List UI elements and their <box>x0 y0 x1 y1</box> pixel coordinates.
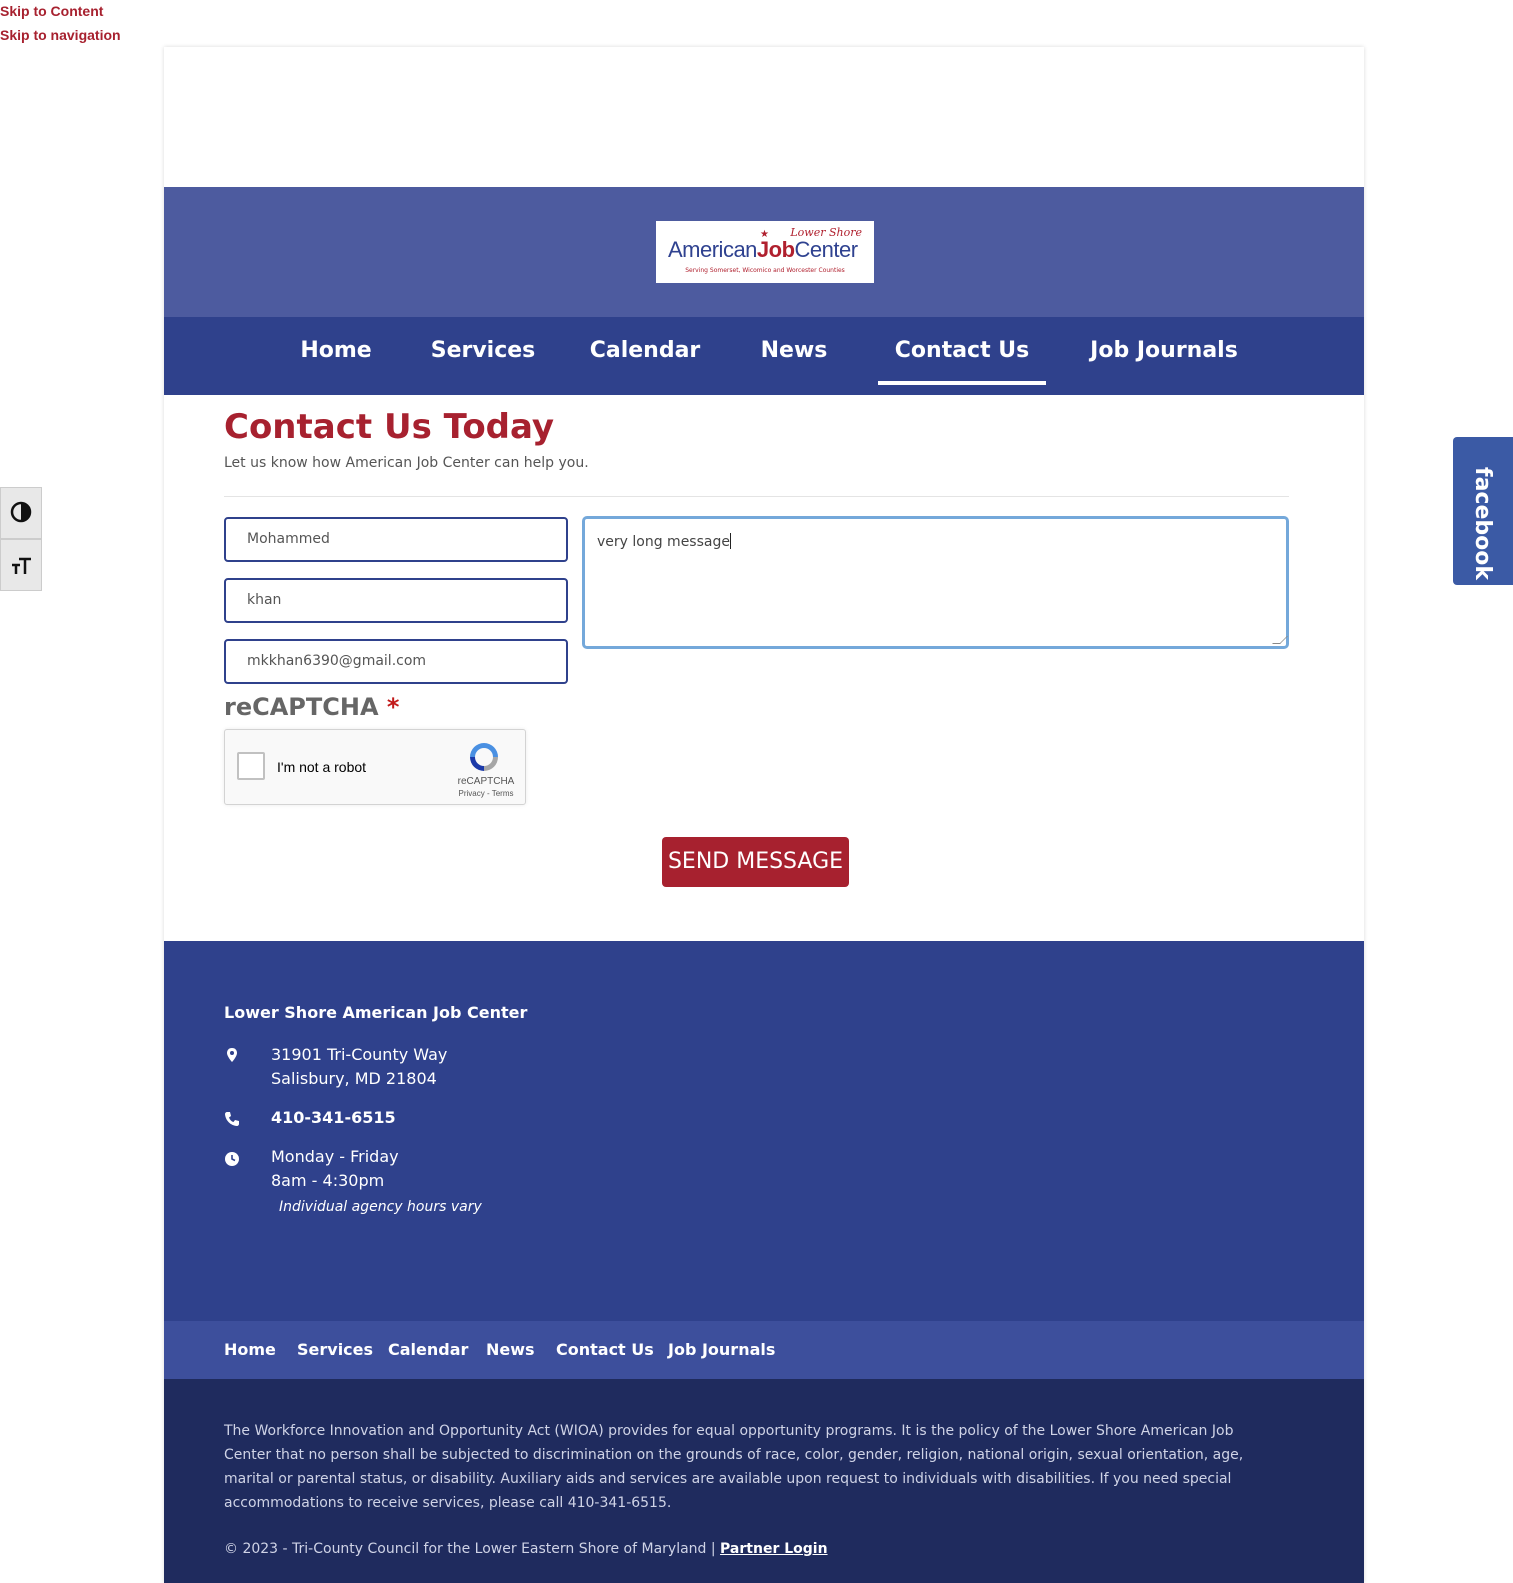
facebook-label: facebook <box>1470 467 1495 580</box>
facebook-tab[interactable]: facebook <box>1453 437 1513 585</box>
footer-hours-note: Individual agency hours vary <box>279 1199 482 1215</box>
footer-nav-calendar[interactable]: Calendar <box>388 1321 468 1379</box>
resize-handle[interactable] <box>1272 636 1288 644</box>
footer-nav-news[interactable]: News <box>486 1321 535 1379</box>
text-caret <box>729 533 731 549</box>
logo-tagline: Serving Somerset, Wicomico and Worcester… <box>685 267 845 274</box>
divider <box>224 496 1289 497</box>
footer-nav: Home Services Calendar News Contact Us J… <box>164 1321 1364 1379</box>
partner-login-link[interactable]: Partner Login <box>720 1541 828 1557</box>
recaptcha-label: reCAPTCHA * <box>224 693 400 721</box>
text-size-icon <box>12 557 31 574</box>
nav-news[interactable]: News <box>752 317 836 395</box>
legal-notice: The Workforce Innovation and Opportunity… <box>224 1423 1244 1511</box>
footer-org-name: Lower Shore American Job Center <box>224 1003 528 1022</box>
nav-job-journals[interactable]: Job Journals <box>1084 317 1244 395</box>
page-subtitle: Let us know how American Job Center can … <box>224 455 589 471</box>
footer-address-line1: 31901 Tri-County Way <box>271 1045 448 1064</box>
recaptcha-widget: I'm not a robot reCAPTCHA Privacy - Term… <box>224 729 526 805</box>
footer: Lower Shore American Job Center 31901 Tr… <box>164 941 1364 1321</box>
recaptcha-checkbox[interactable] <box>237 752 265 780</box>
page-container: Lower Shore ★ AmericanJobCenter Serving … <box>164 47 1364 1583</box>
nav-home[interactable]: Home <box>288 317 384 395</box>
footer-address-line2: Salisbury, MD 21804 <box>271 1069 437 1088</box>
send-message-button[interactable]: SEND MESSAGE <box>662 837 849 887</box>
recaptcha-terms-link[interactable]: Privacy - Terms <box>451 789 521 798</box>
footer-hours-time: 8am - 4:30pm <box>271 1171 385 1190</box>
message-textarea[interactable]: very long message <box>582 516 1289 649</box>
nav-services[interactable]: Services <box>422 317 544 395</box>
nav-contact-us[interactable]: Contact Us <box>878 317 1046 395</box>
message-text: very long message <box>597 534 730 550</box>
footer-phone-link[interactable]: 410-341-6515 <box>271 1108 396 1127</box>
footer-nav-job-journals[interactable]: Job Journals <box>668 1321 775 1379</box>
footer-nav-contact-us[interactable]: Contact Us <box>556 1321 654 1379</box>
page-title: Contact Us Today <box>224 407 555 447</box>
copyright-text: © 2023 - Tri-County Council for the Lowe… <box>224 1541 716 1557</box>
text-size-button[interactable] <box>0 539 42 591</box>
copyright: © 2023 - Tri-County Council for the Lowe… <box>224 1541 828 1557</box>
clock-icon <box>225 1152 239 1166</box>
recaptcha-checkbox-label: I'm not a robot <box>277 759 367 775</box>
logo-wordmark: AmericanJobCenter <box>668 237 858 262</box>
contrast-toggle-button[interactable] <box>0 487 42 539</box>
nav-calendar[interactable]: Calendar <box>582 317 708 395</box>
last-name-field[interactable]: khan <box>224 578 568 623</box>
first-name-field[interactable]: Mohammed <box>224 517 568 562</box>
email-field[interactable]: mkkhan6390@gmail.com <box>224 639 568 684</box>
footer-nav-services[interactable]: Services <box>297 1321 373 1379</box>
footer-nav-home[interactable]: Home <box>224 1321 276 1379</box>
main-nav: Home Services Calendar News Contact Us J… <box>164 317 1364 395</box>
recaptcha-logo-icon <box>470 743 498 771</box>
phone-icon <box>225 1112 239 1126</box>
site-logo[interactable]: Lower Shore ★ AmericanJobCenter Serving … <box>656 221 874 283</box>
brand-bar: Lower Shore ★ AmericanJobCenter Serving … <box>164 187 1364 317</box>
skip-to-navigation-link[interactable]: Skip to navigation <box>0 27 121 43</box>
map-pin-icon <box>227 1048 237 1062</box>
required-marker: * <box>386 693 400 721</box>
legal-section: The Workforce Innovation and Opportunity… <box>164 1379 1364 1583</box>
footer-hours-days: Monday - Friday <box>271 1147 399 1166</box>
recaptcha-brand: reCAPTCHA <box>457 776 515 787</box>
skip-to-content-link[interactable]: Skip to Content <box>0 3 103 19</box>
contrast-icon <box>10 501 32 523</box>
